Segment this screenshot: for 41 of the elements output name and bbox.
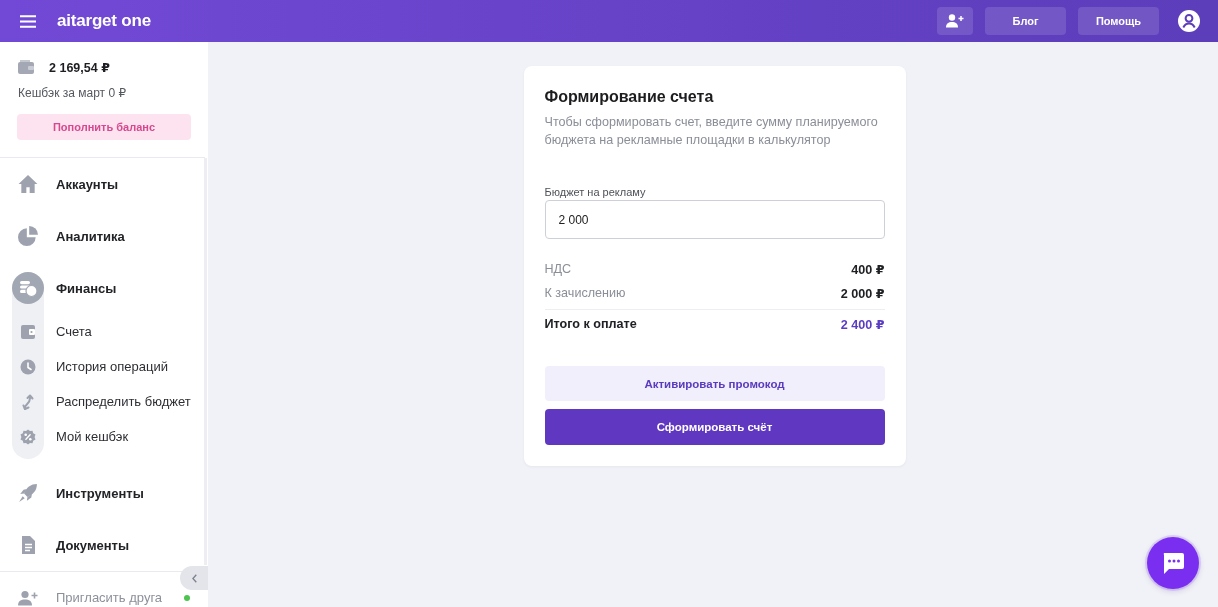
summary-value: 2 000 ₽ bbox=[840, 285, 885, 301]
budget-input[interactable]: 2 000 bbox=[544, 200, 885, 239]
promo-code-button[interactable]: Активировать промокод bbox=[544, 366, 885, 401]
create-invoice-button[interactable]: Сформировать счёт bbox=[544, 409, 885, 445]
sidebar-item[interactable]: Финансы bbox=[0, 262, 204, 314]
field-label: Бюджет на рекламу bbox=[544, 185, 647, 199]
swap-arrows-icon bbox=[20, 393, 36, 410]
sidebar-item[interactable]: Документы bbox=[0, 519, 204, 571]
clock-icon bbox=[20, 358, 36, 375]
invite-button[interactable] bbox=[937, 7, 973, 35]
submenu-item[interactable]: История операций bbox=[0, 349, 204, 384]
cashback-text: Кешбэк за март 0 ₽ bbox=[18, 85, 128, 102]
menu-icon[interactable] bbox=[20, 14, 36, 28]
sidebar-item[interactable]: Аккаунты bbox=[0, 158, 204, 210]
sidebar-item[interactable]: Аналитика bbox=[0, 210, 204, 262]
avatar-icon[interactable] bbox=[1178, 10, 1200, 32]
total-value: 2 400 ₽ bbox=[840, 316, 885, 332]
coins-icon bbox=[12, 272, 44, 304]
home-icon bbox=[18, 174, 38, 194]
rocket-icon bbox=[18, 483, 38, 503]
summary-label: НДС bbox=[544, 262, 572, 276]
submenu-item[interactable]: Счета bbox=[0, 314, 204, 349]
wallet-icon bbox=[18, 60, 34, 74]
logo: aitarget one bbox=[57, 11, 151, 31]
card-title: Формирование счета bbox=[544, 87, 715, 107]
submenu-item[interactable]: Мой кешбэк bbox=[0, 419, 204, 454]
percent-icon bbox=[20, 428, 36, 445]
chevron-left-icon bbox=[191, 573, 197, 583]
chat-bubble-icon bbox=[1161, 551, 1185, 575]
add-person-icon bbox=[946, 14, 964, 28]
header-button[interactable]: Блог bbox=[985, 7, 1066, 35]
summary-value: 400 ₽ bbox=[851, 261, 885, 277]
header-button[interactable]: Помощь bbox=[1078, 7, 1159, 35]
card-description: Чтобы сформировать счет, введите сумму планируемого бюджета на рекламные площадки в калькулятор bbox=[544, 114, 879, 149]
add-person-icon bbox=[18, 590, 38, 606]
sidebar-item[interactable]: Инструменты bbox=[0, 467, 204, 519]
total-label: Итого к оплате bbox=[544, 317, 637, 331]
summary-label: К зачислению bbox=[544, 286, 626, 300]
pie-chart-icon bbox=[18, 226, 38, 246]
balance-amount: 2 169,54 ₽ bbox=[49, 59, 110, 75]
submenu-item[interactable]: Распределить бюджет bbox=[0, 384, 204, 419]
